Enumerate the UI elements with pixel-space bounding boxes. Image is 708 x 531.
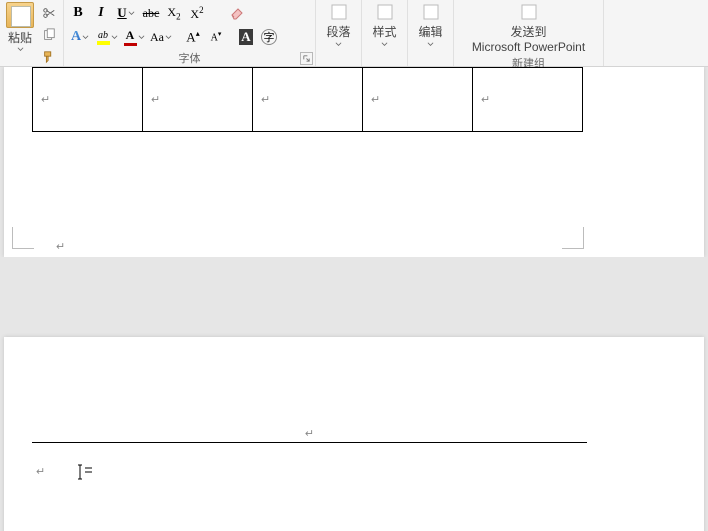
dialog-launcher-icon [302,54,311,63]
chevron-down-icon [138,34,145,41]
eraser-icon [229,5,245,21]
send-icon [520,3,538,21]
superscript-button[interactable]: X2 [186,3,208,23]
group-editing: 编辑 [408,0,454,66]
bold-button[interactable]: B [67,3,89,23]
brush-icon [42,50,56,64]
chevron-down-icon [165,34,172,41]
paragraph-button[interactable]: 段落 [319,1,359,48]
table-row: ↵ ↵ ↵ ↵ ↵ [33,68,583,132]
styles-button[interactable]: 样式 [365,1,405,48]
document-area[interactable]: ↵ ↵ ↵ ↵ ↵ ↵ ↵ ↵ [0,67,708,531]
subscript-button[interactable]: X2 [163,3,185,23]
table-cell[interactable]: ↵ [143,68,253,132]
chevron-down-icon [82,34,89,41]
margin-corner-icon [562,227,584,249]
paragraph-icon [330,3,348,21]
char-shading-button[interactable]: A [235,27,257,47]
enclose-chars-button[interactable]: 字 [258,27,280,47]
font-dialog-launcher[interactable] [300,52,313,65]
group-styles: 样式 [362,0,408,66]
italic-button[interactable]: I [90,3,112,23]
scissors-icon [42,6,56,20]
highlight-button[interactable]: ab [94,27,120,47]
underline-button[interactable]: U [113,3,139,23]
chevron-down-icon [335,41,342,48]
highlight-swatch [97,41,110,45]
page-2[interactable]: ↵ ↵ [4,337,704,531]
editing-icon [422,3,440,21]
cut-button[interactable] [39,3,59,23]
shrink-font-button[interactable]: A▾ [205,27,227,47]
styles-icon [376,3,394,21]
chevron-down-icon [128,10,135,17]
clipboard-icon [6,2,34,28]
strikethrough-button[interactable]: abc [140,3,162,23]
format-painter-button[interactable] [39,47,59,67]
copy-icon [42,28,56,42]
paste-label: 粘贴 [8,29,32,46]
group-clipboard: 粘贴 剪贴板 [0,0,64,66]
paragraph-mark: ↵ [56,240,65,253]
chevron-down-icon [427,41,434,48]
table-cell[interactable]: ↵ [473,68,583,132]
ribbon: 粘贴 剪贴板 [0,0,708,67]
change-case-button[interactable]: Aa [148,27,174,47]
document-table[interactable]: ↵ ↵ ↵ ↵ ↵ [32,67,583,132]
copy-button[interactable] [39,25,59,45]
paragraph-mark: ↵ [36,465,45,478]
chevron-down-icon [17,46,24,53]
table-cell[interactable]: ↵ [253,68,363,132]
clear-formatting-button[interactable] [226,3,248,23]
send-to-powerpoint-button[interactable]: 发送到 Microsoft PowerPoint [459,1,599,54]
chevron-down-icon [381,41,388,48]
table-cell[interactable]: ↵ [363,68,473,132]
group-newgroup: 发送到 Microsoft PowerPoint 新建组 [454,0,604,66]
paste-split-button[interactable]: 粘贴 [3,1,37,53]
editing-button[interactable]: 编辑 [411,1,451,48]
font-color-swatch [124,43,137,46]
chevron-down-icon [111,34,118,41]
text-effects-button[interactable]: A [67,27,93,47]
font-color-button[interactable]: A [121,27,147,47]
header-area[interactable]: ↵ [32,427,587,443]
page-gap [0,257,708,337]
group-paragraph: 段落 [316,0,362,66]
margin-corner-icon [12,227,34,249]
group-label-font: 字体 [179,50,201,66]
group-font: B I U abc X2 X2 A [64,0,316,66]
table-cell[interactable]: ↵ [33,68,143,132]
text-cursor-icon [74,463,94,481]
grow-font-button[interactable]: A▴ [182,27,204,47]
page-1[interactable]: ↵ ↵ ↵ ↵ ↵ ↵ [4,67,704,257]
